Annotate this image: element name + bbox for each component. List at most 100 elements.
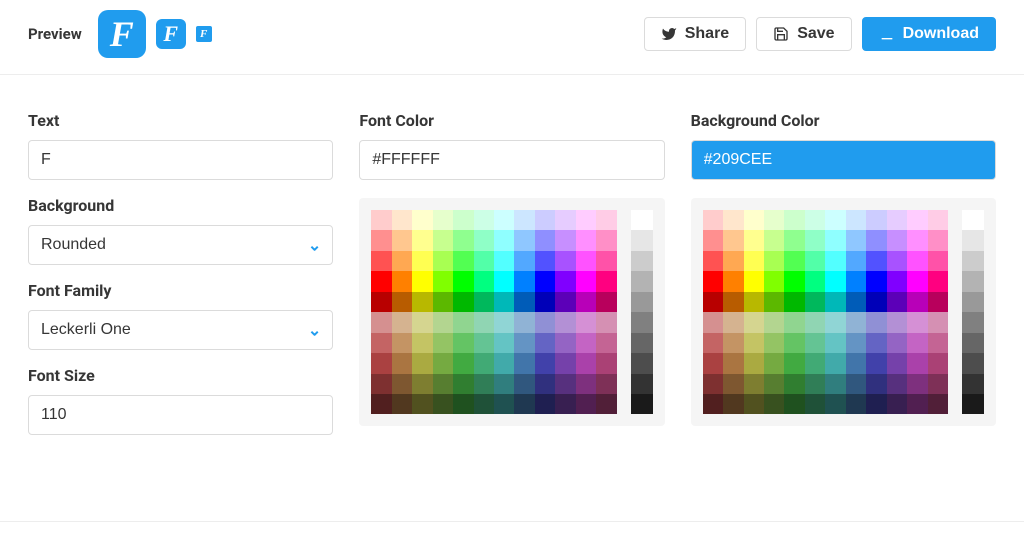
color-swatch[interactable] [371, 210, 391, 230]
color-swatch[interactable] [723, 210, 743, 230]
color-swatch[interactable] [494, 230, 514, 250]
color-swatch[interactable] [392, 210, 412, 230]
gray-swatch[interactable] [631, 312, 653, 332]
color-swatch[interactable] [514, 312, 534, 332]
color-swatch[interactable] [784, 333, 804, 353]
color-swatch[interactable] [555, 210, 575, 230]
color-swatch[interactable] [514, 271, 534, 291]
save-button[interactable]: Save [756, 17, 851, 51]
color-swatch[interactable] [514, 333, 534, 353]
color-swatch[interactable] [825, 230, 845, 250]
color-swatch[interactable] [907, 271, 927, 291]
color-swatch[interactable] [866, 271, 886, 291]
color-swatch[interactable] [887, 374, 907, 394]
color-swatch[interactable] [494, 394, 514, 414]
color-swatch[interactable] [784, 271, 804, 291]
color-swatch[interactable] [907, 374, 927, 394]
color-swatch[interactable] [928, 353, 948, 373]
gray-swatch[interactable] [962, 394, 984, 414]
color-swatch[interactable] [866, 230, 886, 250]
color-swatch[interactable] [412, 251, 432, 271]
color-swatch[interactable] [514, 230, 534, 250]
color-swatch[interactable] [494, 333, 514, 353]
color-swatch[interactable] [846, 394, 866, 414]
color-swatch[interactable] [825, 312, 845, 332]
color-swatch[interactable] [723, 312, 743, 332]
color-swatch[interactable] [825, 353, 845, 373]
color-swatch[interactable] [576, 230, 596, 250]
color-swatch[interactable] [764, 251, 784, 271]
gray-swatch[interactable] [962, 353, 984, 373]
color-swatch[interactable] [866, 292, 886, 312]
color-swatch[interactable] [535, 210, 555, 230]
color-swatch[interactable] [371, 312, 391, 332]
color-swatch[interactable] [846, 353, 866, 373]
color-swatch[interactable] [723, 251, 743, 271]
color-swatch[interactable] [453, 374, 473, 394]
color-swatch[interactable] [764, 374, 784, 394]
color-swatch[interactable] [928, 271, 948, 291]
color-swatch[interactable] [846, 251, 866, 271]
color-swatch[interactable] [474, 333, 494, 353]
color-swatch[interactable] [555, 353, 575, 373]
gray-swatch[interactable] [631, 333, 653, 353]
color-swatch[interactable] [928, 374, 948, 394]
color-swatch[interactable] [887, 333, 907, 353]
color-swatch[interactable] [764, 394, 784, 414]
color-swatch[interactable] [928, 394, 948, 414]
color-swatch[interactable] [433, 333, 453, 353]
color-swatch[interactable] [514, 374, 534, 394]
color-swatch[interactable] [596, 394, 616, 414]
color-swatch[interactable] [764, 353, 784, 373]
color-swatch[interactable] [535, 312, 555, 332]
color-swatch[interactable] [805, 251, 825, 271]
color-swatch[interactable] [744, 394, 764, 414]
color-swatch[interactable] [866, 210, 886, 230]
font-color-input[interactable] [359, 140, 664, 180]
color-swatch[interactable] [907, 251, 927, 271]
color-swatch[interactable] [723, 292, 743, 312]
color-swatch[interactable] [474, 230, 494, 250]
gray-swatch[interactable] [962, 333, 984, 353]
color-swatch[interactable] [805, 292, 825, 312]
color-swatch[interactable] [412, 230, 432, 250]
gray-swatch[interactable] [631, 251, 653, 271]
background-select[interactable] [28, 225, 333, 265]
color-swatch[interactable] [846, 292, 866, 312]
color-swatch[interactable] [846, 230, 866, 250]
color-swatch[interactable] [825, 292, 845, 312]
color-swatch[interactable] [474, 312, 494, 332]
color-swatch[interactable] [392, 251, 412, 271]
color-swatch[interactable] [576, 333, 596, 353]
color-swatch[interactable] [494, 353, 514, 373]
color-swatch[interactable] [703, 333, 723, 353]
color-swatch[interactable] [887, 271, 907, 291]
color-swatch[interactable] [494, 271, 514, 291]
color-swatch[interactable] [596, 271, 616, 291]
color-swatch[interactable] [474, 251, 494, 271]
color-swatch[interactable] [907, 394, 927, 414]
color-swatch[interactable] [866, 251, 886, 271]
color-swatch[interactable] [392, 292, 412, 312]
gray-swatch[interactable] [962, 271, 984, 291]
color-swatch[interactable] [596, 251, 616, 271]
color-swatch[interactable] [744, 333, 764, 353]
color-swatch[interactable] [412, 312, 432, 332]
color-swatch[interactable] [433, 230, 453, 250]
color-swatch[interactable] [723, 333, 743, 353]
color-swatch[interactable] [825, 251, 845, 271]
bg-color-grayscale[interactable] [962, 210, 984, 414]
color-swatch[interactable] [887, 312, 907, 332]
color-swatch[interactable] [703, 251, 723, 271]
color-swatch[interactable] [784, 210, 804, 230]
color-swatch[interactable] [805, 210, 825, 230]
color-swatch[interactable] [371, 333, 391, 353]
color-swatch[interactable] [535, 230, 555, 250]
color-swatch[interactable] [535, 353, 555, 373]
color-swatch[interactable] [887, 394, 907, 414]
color-swatch[interactable] [846, 210, 866, 230]
color-swatch[interactable] [596, 333, 616, 353]
color-swatch[interactable] [764, 292, 784, 312]
color-swatch[interactable] [371, 271, 391, 291]
color-swatch[interactable] [474, 210, 494, 230]
